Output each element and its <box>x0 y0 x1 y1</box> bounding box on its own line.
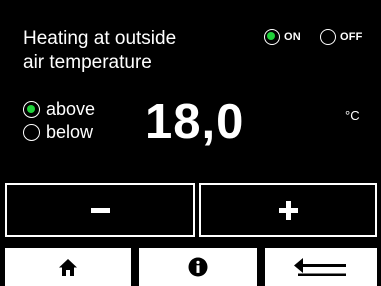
plus-icon <box>278 200 298 220</box>
temperature-unit: °C <box>345 108 360 123</box>
power-on-radio[interactable] <box>264 29 280 45</box>
page-title: Heating at outside air temperature <box>23 27 238 75</box>
mode-above-option[interactable]: above <box>23 99 95 120</box>
home-icon <box>59 258 77 276</box>
home-button[interactable] <box>5 248 131 286</box>
info-button[interactable] <box>139 248 257 286</box>
power-off-label: OFF <box>340 31 363 43</box>
title-line-2: air temperature <box>23 52 152 73</box>
mode-below-option[interactable]: below <box>23 122 93 143</box>
power-on-option[interactable]: ON <box>264 29 301 45</box>
mode-below-radio[interactable] <box>23 124 40 141</box>
mode-below-label: below <box>46 122 94 142</box>
minus-icon <box>90 207 110 213</box>
decrease-button[interactable] <box>5 183 195 237</box>
power-on-label: ON <box>284 31 301 43</box>
mode-above-radio[interactable] <box>23 101 40 118</box>
heating-threshold-screen: Heating at outside air temperature ON OF… <box>0 0 381 286</box>
back-arrow-icon <box>294 258 346 276</box>
back-button[interactable] <box>265 248 377 286</box>
increase-button[interactable] <box>199 183 377 237</box>
info-icon <box>188 257 208 277</box>
title-line-1: Heating at outside <box>23 28 177 49</box>
mode-above-label: above <box>46 99 96 119</box>
power-off-option[interactable]: OFF <box>320 29 363 45</box>
power-off-radio[interactable] <box>320 29 336 45</box>
temperature-value: 18,0 <box>145 95 245 149</box>
